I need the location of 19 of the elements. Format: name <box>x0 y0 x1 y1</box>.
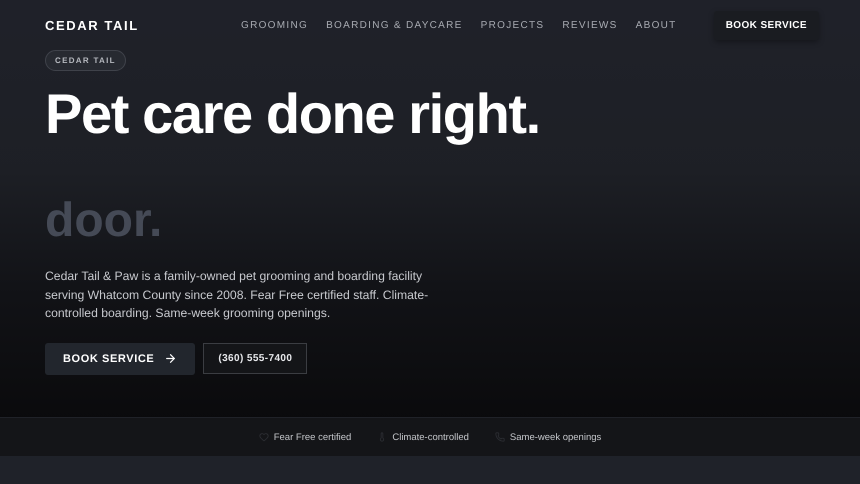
nav-link[interactable]: REVIEWS <box>562 20 618 30</box>
feature-label: Climate-controlled <box>392 432 469 442</box>
feature-label: Fear Free certified <box>274 432 352 442</box>
headline: Pet care done right. <box>45 83 541 145</box>
feature-label: Same-week openings <box>510 432 602 442</box>
heart-icon <box>258 432 269 442</box>
phone-button[interactable]: (360) 555-7400 <box>203 342 308 374</box>
book-service-button[interactable]: BOOK SERVICE <box>45 342 196 374</box>
description: Cedar Tail & Paw is a family-owned pet grooming and boarding facility serving Whatcom County since 2008. Fear Free certified staff. Climate-controlled boarding. Same-week grooming openings. <box>45 268 430 322</box>
nav-link[interactable]: PROJECTS <box>480 20 544 30</box>
arrow-right-icon <box>164 352 178 365</box>
phone-icon <box>494 432 505 442</box>
brand-logo[interactable]: CEDAR TAIL <box>45 18 241 32</box>
nav-link[interactable]: BOARDING & DAYCARE <box>326 20 463 30</box>
nav-link[interactable]: GROOMING <box>241 20 308 30</box>
nav-link[interactable]: ABOUT <box>636 20 677 30</box>
faded-headline: door. <box>45 195 162 247</box>
book-service-button[interactable]: BOOK SERVICE <box>714 10 819 40</box>
badge: CEDAR TAIL <box>45 50 126 71</box>
